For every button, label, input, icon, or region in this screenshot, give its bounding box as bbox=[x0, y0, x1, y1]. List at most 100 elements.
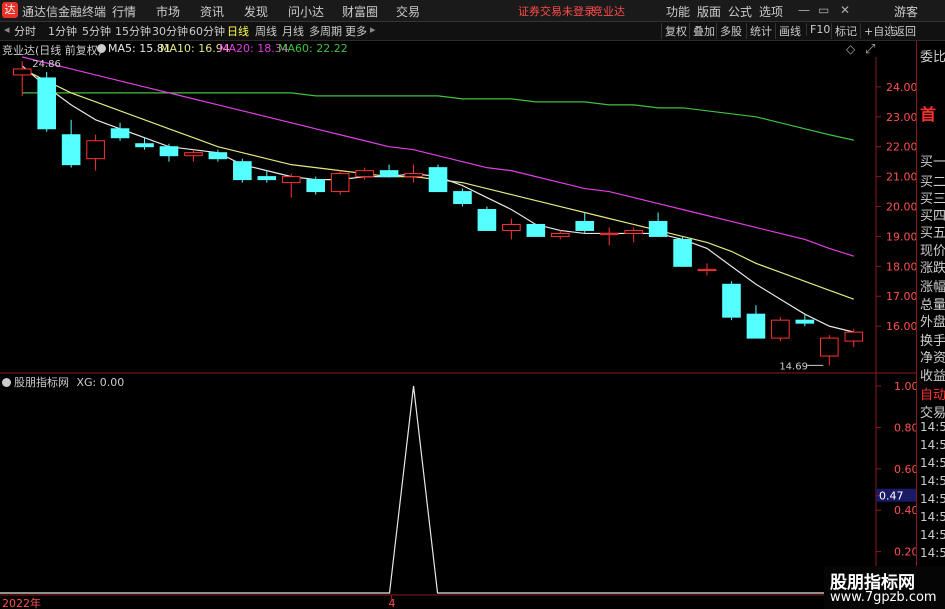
price-tick-label: 17.00 bbox=[886, 290, 916, 303]
right-panel-item[interactable]: 首 bbox=[920, 101, 936, 125]
right-panel-item[interactable]: 外盘 bbox=[920, 311, 945, 330]
candle-body bbox=[722, 283, 741, 318]
menu-wealth[interactable]: 财富圈 bbox=[342, 3, 378, 20]
candle-body bbox=[306, 179, 326, 193]
candle-body bbox=[428, 167, 448, 193]
right-panel-item[interactable]: 涨跌 bbox=[920, 257, 945, 276]
price-tick-label: 21.00 bbox=[886, 171, 916, 184]
login-warning[interactable]: 证券交易未登录 bbox=[518, 3, 595, 19]
right-panel-item[interactable]: 14:5 bbox=[920, 420, 945, 434]
right-panel-item[interactable]: 14:5 bbox=[920, 492, 945, 506]
price-tick-label: 24.00 bbox=[886, 81, 916, 94]
menu-function[interactable]: 功能 bbox=[666, 3, 690, 20]
close-icon[interactable]: ✕ bbox=[840, 3, 850, 17]
toolbar-toggle-icon[interactable]: ◂ bbox=[4, 23, 10, 36]
right-panel-item[interactable]: 自动 bbox=[920, 384, 945, 403]
tab-more[interactable]: 更多 bbox=[345, 23, 367, 39]
candle-body bbox=[159, 146, 179, 157]
expand-icon[interactable]: ⤢ bbox=[865, 42, 875, 57]
menu-ask[interactable]: 问小达 bbox=[288, 3, 324, 20]
candle-body bbox=[502, 223, 521, 231]
indicator-xg: XG: 0.00 bbox=[76, 376, 125, 389]
right-panel-item[interactable]: 交易 bbox=[920, 402, 945, 421]
kline-chart[interactable]: 24.00 23.00 22.00 21.00 20.00 19.00 18.00 17.00… bbox=[0, 41, 916, 609]
indicator-header: 股朋指标网 XG: 0.00 bbox=[2, 374, 124, 390]
menu-options[interactable]: 选项 bbox=[759, 3, 783, 20]
price-tick-label: 23.00 bbox=[886, 111, 916, 124]
tool-overlay[interactable]: 叠加 bbox=[689, 23, 715, 39]
tab-1min[interactable]: 1分钟 bbox=[48, 23, 77, 39]
right-panel-item[interactable]: 14:5 bbox=[920, 456, 945, 470]
right-panel-item[interactable]: 买一 bbox=[920, 151, 945, 170]
tool-back[interactable]: 返回 bbox=[890, 23, 916, 39]
tool-adjust[interactable]: 复权 bbox=[661, 23, 687, 39]
tab-60min[interactable]: 60分钟 bbox=[189, 23, 225, 39]
more-arrow-icon[interactable]: ▸ bbox=[370, 23, 376, 36]
ind-tick-label: 0.80 bbox=[894, 421, 916, 434]
period-toolbar: ◂ 分时 1分钟 5分钟 15分钟 30分钟 60分钟 日线 周线 月线 多周期… bbox=[0, 22, 945, 41]
tool-f10[interactable]: F10 bbox=[806, 23, 830, 36]
candle-body bbox=[379, 170, 399, 178]
menu-formula[interactable]: 公式 bbox=[728, 3, 752, 20]
candle-body bbox=[233, 161, 252, 181]
menu-bar: 达 通达信金融终端 行情 市场 资讯 发现 问小达 财富圈 交易 证券交易未登录… bbox=[0, 0, 945, 22]
candle-body bbox=[257, 176, 277, 181]
candle-body bbox=[599, 232, 619, 236]
restore-icon[interactable]: ▭ bbox=[818, 3, 829, 17]
right-quote-panel: 委比首买一 买二 买三 买四 买五 现价 涨跌 涨幅 总量 外盘 换手 净资 收益 自动 交易 14:5 14:… bbox=[916, 41, 945, 609]
right-panel-item[interactable]: 净资 bbox=[920, 347, 945, 366]
menu-trade[interactable]: 交易 bbox=[396, 3, 420, 20]
candle-body bbox=[135, 143, 154, 148]
candle-body bbox=[110, 128, 130, 139]
indicator-chevron-icon[interactable] bbox=[2, 378, 11, 387]
menu-news[interactable]: 资讯 bbox=[200, 3, 224, 20]
stock-name-top: 竞业达 bbox=[592, 5, 625, 18]
candle-body bbox=[844, 331, 864, 342]
tool-mark[interactable]: 标记 bbox=[831, 23, 857, 39]
menu-quotes[interactable]: 行情 bbox=[112, 3, 136, 20]
tool-stats[interactable]: 统计 bbox=[746, 23, 772, 39]
right-panel-item[interactable]: 14:5 bbox=[920, 510, 945, 524]
ma60-value: MA60: 22.22 bbox=[278, 42, 348, 55]
tab-30min[interactable]: 30分钟 bbox=[152, 23, 188, 39]
settings-icon[interactable]: ◇ bbox=[846, 42, 855, 56]
price-tick-label: 16.00 bbox=[886, 320, 916, 333]
chart-title: 竞业达(日线 前复权) bbox=[2, 44, 103, 57]
tab-timeshare[interactable]: 分时 bbox=[14, 23, 36, 39]
right-panel-item[interactable]: 14:5 bbox=[920, 438, 945, 452]
ind-tick-label: 1.00 bbox=[894, 380, 916, 393]
guest-label[interactable]: 游客 bbox=[894, 3, 918, 20]
menu-discover[interactable]: 发现 bbox=[244, 3, 268, 20]
right-panel-item[interactable]: 买五 bbox=[920, 222, 945, 241]
right-panel-item[interactable]: 14:5 bbox=[920, 474, 945, 488]
tab-monthly[interactable]: 月线 bbox=[282, 23, 304, 39]
ind-tick-label: 0.20 bbox=[894, 546, 916, 559]
time-label-mid: 4 bbox=[389, 597, 396, 609]
minimize-icon[interactable]: — bbox=[798, 3, 810, 17]
tab-weekly[interactable]: 周线 bbox=[255, 23, 277, 39]
indicator-panel: 1.00 0.80 0.60 0.470.40 0.20 2022年 4 bbox=[0, 380, 916, 609]
tool-multi-stock[interactable]: 多股 bbox=[716, 23, 742, 39]
tab-5min[interactable]: 5分钟 bbox=[82, 23, 111, 39]
tab-multi-period[interactable]: 多周期 bbox=[309, 23, 342, 39]
tab-daily[interactable]: 日线 bbox=[227, 23, 249, 39]
price-tick-label: 20.00 bbox=[886, 201, 916, 214]
indicator-title: 股朋指标网 bbox=[14, 376, 69, 389]
candles[interactable] bbox=[12, 61, 864, 366]
price-tick-label: 22.00 bbox=[886, 141, 916, 154]
candle-body bbox=[820, 337, 839, 357]
right-panel-item[interactable]: 收益 bbox=[920, 365, 945, 384]
right-panel-item[interactable]: 14:5 bbox=[920, 546, 945, 560]
candle-body bbox=[673, 238, 692, 267]
candle-body bbox=[697, 268, 717, 272]
candle-body bbox=[550, 232, 570, 237]
right-panel-item[interactable]: 14:5 bbox=[920, 528, 945, 542]
tab-15min[interactable]: 15分钟 bbox=[115, 23, 151, 39]
right-panel-item[interactable]: 委比 bbox=[920, 46, 945, 65]
tool-draw[interactable]: 画线 bbox=[775, 23, 801, 39]
menu-market[interactable]: 市场 bbox=[156, 3, 180, 20]
candle-body bbox=[526, 223, 546, 237]
right-panel-item[interactable]: 涨幅 bbox=[920, 276, 945, 295]
candle-body bbox=[184, 152, 203, 157]
menu-layout[interactable]: 版面 bbox=[697, 3, 721, 20]
